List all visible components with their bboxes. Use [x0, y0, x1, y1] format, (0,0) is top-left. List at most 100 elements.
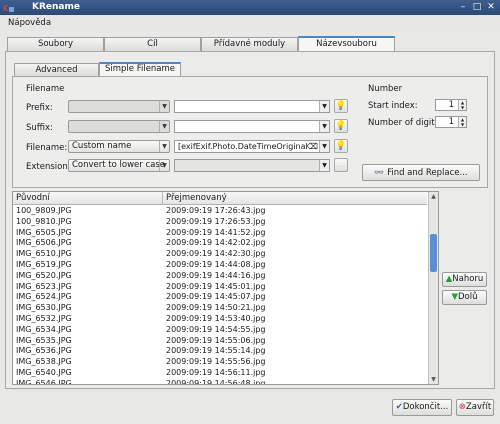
close-button[interactable]: ⊗Zavřít: [456, 399, 494, 416]
svg-text:K: K: [3, 4, 9, 13]
filename-group-title: Filename: [26, 84, 65, 94]
original-filename: IMG_6520.JPG: [16, 270, 72, 280]
list-item[interactable]: IMG_6510.JPG 2009:09:19 14:42:30.jpg: [13, 249, 427, 260]
extension-more-button[interactable]: …: [334, 158, 348, 172]
move-up-button[interactable]: ▲Nahoru: [442, 272, 487, 287]
chevron-down-icon: ▼: [159, 121, 169, 132]
chevron-down-icon: ▼: [159, 101, 169, 112]
list-item[interactable]: IMG_6519.JPG 2009:09:19 14:44:08.jpg: [13, 260, 427, 271]
move-down-button[interactable]: ▼Dolů: [442, 290, 487, 305]
list-item[interactable]: IMG_6506.JPG 2009:09:19 14:42:02.jpg: [13, 238, 427, 249]
original-filename: IMG_6546.JPG: [16, 378, 72, 385]
menu-help[interactable]: Nápověda: [8, 18, 51, 28]
list-item[interactable]: IMG_6530.JPG 2009:09:19 14:50:21.jpg: [13, 303, 427, 314]
list-item[interactable]: IMG_6532.JPG 2009:09:19 14:53:40.jpg: [13, 314, 427, 325]
col-renamed-header[interactable]: Přejmenovaný: [166, 193, 227, 203]
list-item[interactable]: IMG_6536.JPG 2009:09:19 14:55:14.jpg: [13, 346, 427, 357]
find-replace-button[interactable]: 👓 Find and Replace...: [362, 164, 480, 181]
list-item[interactable]: IMG_6523.JPG 2009:09:19 14:45:01.jpg: [13, 282, 427, 293]
list-item[interactable]: IMG_6534.JPG 2009:09:19 14:54:55.jpg: [13, 325, 427, 336]
header-separator: [162, 192, 163, 205]
list-item[interactable]: 100_9810.JPG 2009:09:19 17:26:53.jpg: [13, 217, 427, 228]
original-filename: IMG_6524.JPG: [16, 292, 72, 302]
close-label: Zavřít: [465, 402, 492, 412]
list-item[interactable]: IMG_6540.JPG 2009:09:19 14:56:11.jpg: [13, 368, 427, 379]
filename-lightbulb-icon[interactable]: 💡: [334, 139, 348, 153]
extension-input[interactable]: ▼: [174, 159, 330, 172]
renamed-filename: 2009:09:19 14:41:52.jpg: [166, 227, 266, 237]
number-group-title: Number: [368, 84, 403, 94]
tab-filename[interactable]: Názevsouboru: [298, 36, 395, 51]
close-window-icon[interactable]: ✕: [486, 2, 496, 12]
col-original-header[interactable]: Původní: [16, 193, 50, 203]
tab-plugins[interactable]: Přídavné moduly: [201, 37, 298, 51]
digits-label: Number of digits:: [368, 118, 442, 128]
maximize-icon[interactable]: □: [472, 2, 482, 12]
renamed-filename: 2009:09:19 14:55:56.jpg: [166, 357, 266, 367]
list-item[interactable]: IMG_6535.JPG 2009:09:19 14:55:06.jpg: [13, 336, 427, 347]
start-index-label: Start index:: [368, 101, 418, 111]
chevron-down-icon: ▼: [319, 101, 329, 112]
scroll-down-icon[interactable]: ▼: [429, 375, 438, 384]
suffix-mode-combo[interactable]: ▼: [68, 120, 170, 133]
move-down-label: Dolů: [458, 292, 478, 302]
spin-arrows-icon[interactable]: ▲ ▼: [458, 100, 466, 110]
file-list[interactable]: Původní Přejmenovaný 100_9809.JPG 2009:09…: [12, 191, 439, 385]
suffix-label: Suffix:: [26, 123, 53, 133]
renamed-filename: 2009:09:19 14:44:16.jpg: [166, 270, 266, 280]
tab-files[interactable]: Soubory: [7, 37, 104, 51]
original-filename: IMG_6535.JPG: [16, 335, 72, 345]
original-filename: IMG_6510.JPG: [16, 249, 72, 259]
filename-mode-value: Custom name: [72, 141, 132, 151]
extension-mode-combo[interactable]: Convert to lower case ▼: [68, 159, 170, 172]
tab-destination[interactable]: Cíl: [104, 37, 201, 51]
suffix-lightbulb-icon[interactable]: 💡: [334, 119, 348, 133]
digits-spinbox[interactable]: 1 ▲ ▼: [435, 116, 467, 128]
chevron-down-icon: ▼: [159, 160, 169, 171]
list-item[interactable]: 100_9809.JPG 2009:09:19 17:26:43.jpg: [13, 206, 427, 217]
clear-text-icon[interactable]: ⌫: [306, 141, 318, 152]
spin-arrows-icon[interactable]: ▲ ▼: [458, 117, 466, 127]
filename-input[interactable]: [exifExif.Photo.DateTimeOriginal] ▼ ⌫: [174, 140, 330, 153]
list-item[interactable]: IMG_6524.JPG 2009:09:19 14:45:07.jpg: [13, 292, 427, 303]
original-filename: IMG_6540.JPG: [16, 367, 72, 377]
find-replace-label: Find and Replace...: [387, 168, 468, 178]
suffix-input[interactable]: ▼: [174, 120, 330, 133]
extension-mode-value: Convert to lower case: [72, 160, 166, 170]
list-item[interactable]: IMG_6546.JPG 2009:09:19 14:56:48.jpg: [13, 378, 427, 385]
digits-value: 1: [448, 117, 454, 127]
tab-plugins-label: Přídavné moduly: [213, 39, 286, 49]
prefix-input[interactable]: ▼: [174, 100, 330, 113]
renamed-filename: 2009:09:19 14:42:30.jpg: [166, 249, 266, 259]
start-index-spinbox[interactable]: 1 ▲ ▼: [435, 99, 467, 111]
tab-destination-label: Cíl: [147, 39, 158, 49]
prefix-mode-combo[interactable]: ▼: [68, 100, 170, 113]
tab-advanced-filename[interactable]: Advanced Filename: [14, 63, 99, 87]
filename-input-value: [exifExif.Photo.DateTimeOriginal]: [178, 142, 311, 151]
renamed-filename: 2009:09:19 14:55:06.jpg: [166, 335, 266, 345]
original-filename: IMG_6536.JPG: [16, 346, 72, 356]
chevron-down-icon: ▼: [319, 160, 329, 171]
list-header: Původní Přejmenovaný: [13, 192, 427, 205]
prefix-label: Prefix:: [26, 103, 53, 113]
scroll-up-icon[interactable]: ▲: [429, 192, 438, 201]
list-item[interactable]: IMG_6520.JPG 2009:09:19 14:44:16.jpg: [13, 271, 427, 282]
chevron-down-icon: ▼: [319, 141, 329, 152]
finish-button[interactable]: ✔Dokončit...: [392, 399, 452, 416]
minimize-icon[interactable]: –: [458, 2, 468, 12]
scroll-thumb[interactable]: [430, 234, 437, 272]
list-item[interactable]: IMG_6538.JPG 2009:09:19 14:55:56.jpg: [13, 357, 427, 368]
original-filename: 100_9810.JPG: [16, 216, 72, 226]
list-scrollbar[interactable]: ▲ ▼: [428, 192, 438, 384]
renamed-filename: 2009:09:19 14:50:21.jpg: [166, 303, 266, 313]
renamed-filename: 2009:09:19 14:45:07.jpg: [166, 292, 266, 302]
renamed-filename: 2009:09:19 14:45:01.jpg: [166, 281, 266, 291]
list-item[interactable]: IMG_6505.JPG 2009:09:19 14:41:52.jpg: [13, 228, 427, 239]
renamed-filename: 2009:09:19 14:54:55.jpg: [166, 324, 266, 334]
renamed-filename: 2009:09:19 14:55:14.jpg: [166, 346, 266, 356]
chevron-down-icon: ▼: [319, 121, 329, 132]
filename-mode-combo[interactable]: Custom name ▼: [68, 140, 170, 153]
prefix-lightbulb-icon[interactable]: 💡: [334, 99, 348, 113]
tab-simple-filename[interactable]: Simple Filename: [99, 62, 181, 76]
menu-bar: Nápověda: [0, 15, 500, 31]
